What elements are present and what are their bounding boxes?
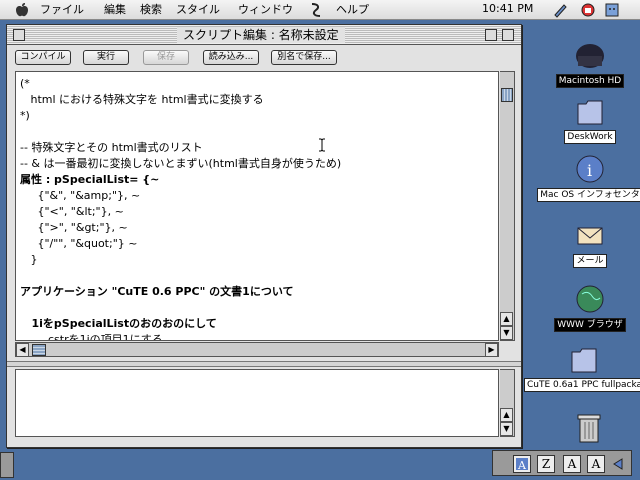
menu-help[interactable]: ヘルプ xyxy=(336,2,369,18)
scroll-right-arrow-icon[interactable]: ▶ xyxy=(485,343,498,357)
desktop-icon-label: CuTE 0.6a1 PPC fullpacka xyxy=(524,378,640,392)
info-icon: i xyxy=(576,155,604,183)
control-strip-tab[interactable] xyxy=(0,452,14,478)
control-strip-text-icon[interactable]: A xyxy=(513,455,531,473)
trash-icon[interactable] xyxy=(576,412,602,444)
save-as-button[interactable]: 別名で保存... xyxy=(271,50,337,65)
svg-text:A: A xyxy=(517,459,527,472)
scroll-up-arrow-icon[interactable]: ▲ xyxy=(500,408,513,422)
horizontal-scroll-thumb[interactable] xyxy=(32,344,46,356)
app-menu-icon[interactable] xyxy=(580,2,596,18)
vertical-scroll-thumb[interactable] xyxy=(501,88,513,102)
menu-search[interactable]: 検索 xyxy=(140,2,162,18)
control-strip-a-button[interactable]: A xyxy=(563,455,581,473)
desktop-icon-cute[interactable]: CuTE 0.6a1 PPC fullpacka xyxy=(524,344,640,392)
finder-icon[interactable] xyxy=(604,2,620,18)
desktop-icon-infocenter[interactable]: i Mac OS インフォセンタ xyxy=(530,154,640,202)
folder-icon xyxy=(577,100,603,125)
script-line: {">", "&gt;"}, ~ xyxy=(20,221,128,234)
script-line: -- 特殊文字とその html書式のリスト xyxy=(20,141,203,154)
script-line: html における特殊文字を html書式に変換する xyxy=(20,93,264,106)
desktop-icon-label: WWW ブラウザ xyxy=(554,318,626,332)
pencil-icon[interactable] xyxy=(552,2,568,18)
scroll-up-arrow-icon[interactable]: ▲ xyxy=(500,312,513,326)
desktop-icon-label: Macintosh HD xyxy=(555,74,625,88)
scroll-down-arrow-icon[interactable]: ▼ xyxy=(500,326,513,340)
editor-toolbar: コンパイル 実行 保存 読み込み... 別名で保存... xyxy=(7,46,521,68)
scroll-down-arrow-icon[interactable]: ▼ xyxy=(500,422,513,436)
save-button[interactable]: 保存 xyxy=(143,50,189,65)
pane-splitter[interactable] xyxy=(7,361,521,367)
hard-disk-icon xyxy=(576,44,604,68)
desktop-icon-label: DeskWork xyxy=(564,130,616,144)
control-strip-a2-button[interactable]: A xyxy=(587,455,605,473)
script-line: *) xyxy=(20,109,30,122)
result-pane[interactable] xyxy=(15,369,499,437)
menu-style[interactable]: スタイル xyxy=(176,2,220,18)
script-line: cstrを1iの項目1にする xyxy=(20,333,163,341)
window-title-bar[interactable]: スクリプト編集 : 名称未設定 xyxy=(7,25,521,45)
script-line: 1iをpSpecialListのおのおのにして xyxy=(20,317,217,330)
collapse-box-icon[interactable] xyxy=(502,29,514,41)
control-strip-z-button[interactable]: Z xyxy=(537,455,555,473)
svg-text:i: i xyxy=(587,161,592,180)
desktop-icon-label: Mac OS インフォセンタ xyxy=(537,188,640,202)
script-line: 属性 : pSpecialList= {~ xyxy=(20,173,160,186)
scroll-left-arrow-icon[interactable]: ◀ xyxy=(16,343,29,357)
desktop-icon-browser[interactable]: WWW ブラウザ xyxy=(530,284,640,332)
load-button[interactable]: 読み込み... xyxy=(203,50,259,65)
result-vertical-scrollbar[interactable]: ▲ ▼ xyxy=(500,369,515,437)
script-line: {"&", "&amp;"}, ~ xyxy=(20,189,141,202)
compile-button[interactable]: コンパイル xyxy=(15,50,71,65)
mail-icon xyxy=(577,227,603,245)
folder-icon xyxy=(571,348,597,373)
close-box-icon[interactable] xyxy=(13,29,25,41)
apple-menu-icon[interactable] xyxy=(14,2,30,18)
script-line: {"<", "&lt;"}, ~ xyxy=(20,205,124,218)
run-button[interactable]: 実行 xyxy=(83,50,129,65)
globe-icon xyxy=(576,285,604,313)
menu-edit[interactable]: 編集 xyxy=(104,2,126,18)
zoom-box-icon[interactable] xyxy=(485,29,497,41)
window-title: スクリプト編集 : 名称未設定 xyxy=(177,27,345,43)
script-menu-icon[interactable] xyxy=(308,2,324,18)
script-line: {"/"", "&quot;"} ~ xyxy=(20,237,138,250)
script-line: } xyxy=(20,253,38,266)
menu-clock[interactable]: 10:41 PM xyxy=(482,2,533,15)
desktop-icon-macintosh-hd[interactable]: Macintosh HD xyxy=(530,40,640,88)
menu-bar: ファイル 編集 検索 スタイル ウィンドウ ヘルプ 10:41 PM xyxy=(0,0,640,20)
script-editor-window: スクリプト編集 : 名称未設定 コンパイル 実行 保存 読み込み... 別名で保… xyxy=(6,24,522,448)
text-cursor-icon xyxy=(319,138,325,152)
control-strip-collapse-icon[interactable] xyxy=(611,457,625,471)
script-line: アプリケーション "CuTE 0.6 PPC" の文書1について xyxy=(20,285,294,298)
script-line: (* xyxy=(20,77,30,90)
desktop-icon-label: メール xyxy=(573,254,607,268)
script-editor-pane[interactable]: (* html における特殊文字を html書式に変換する *) -- 特殊文字… xyxy=(15,71,499,341)
desktop-icon-deskwork[interactable]: DeskWork xyxy=(530,96,640,144)
desktop-icon-mail[interactable]: メール xyxy=(530,220,640,268)
editor-vertical-scrollbar[interactable]: ▲ ▼ xyxy=(500,71,515,341)
menu-file[interactable]: ファイル xyxy=(40,2,84,18)
script-line: -- & は一番最初に変換しないとまずい(html書式自身が使うため) xyxy=(20,157,342,170)
control-strip: A Z A A xyxy=(492,450,632,476)
menu-window[interactable]: ウィンドウ xyxy=(238,2,293,18)
editor-horizontal-scrollbar[interactable]: ◀ ▶ xyxy=(15,342,499,357)
